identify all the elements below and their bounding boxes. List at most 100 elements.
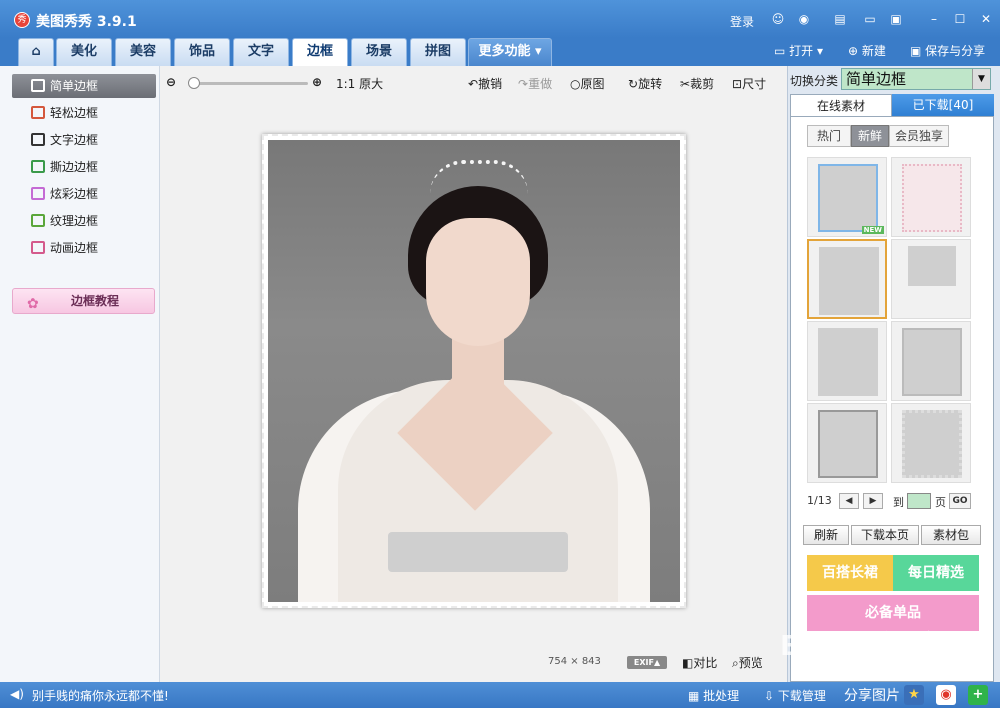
folder-icon: ▭	[774, 44, 790, 58]
crop-label: 裁剪	[690, 77, 715, 91]
size-label: 尺寸	[742, 77, 767, 91]
refresh-button[interactable]: 刷新	[803, 525, 849, 545]
menu-easy-frame[interactable]: 轻松边框	[12, 101, 156, 125]
framed-photo[interactable]	[262, 134, 686, 608]
open-button[interactable]: ▭ 打开 ▾	[774, 42, 823, 59]
actual-size-button[interactable]: 1:1 原大	[336, 75, 383, 92]
material-pack-button[interactable]: 素材包	[921, 525, 981, 545]
category-select[interactable]: 简单边框 ▼	[841, 68, 991, 90]
batch-button[interactable]: ▦ 批处理	[688, 687, 739, 704]
page-indicator: 1/13	[807, 494, 832, 507]
zoom-out-icon[interactable]: ⊖	[166, 75, 176, 89]
weibo-share-icon[interactable]: ◉	[936, 685, 956, 705]
settings-icon[interactable]: ▣	[888, 12, 904, 26]
filter-new[interactable]: 新鲜	[851, 125, 889, 147]
tab-home[interactable]: ⌂	[18, 38, 54, 66]
save-share-label: 保存与分享	[925, 44, 986, 58]
redo-button[interactable]: ↷重做	[518, 75, 552, 92]
menu-animated-frame[interactable]: 动画边框	[12, 236, 156, 260]
app-title: 美图秀秀 3.9.1	[36, 14, 137, 30]
share-image-label[interactable]: 分享图片	[844, 685, 900, 705]
tab-online-materials[interactable]: 在线素材	[790, 94, 892, 116]
volume-icon[interactable]: ◀)	[10, 687, 24, 701]
download-manager-button[interactable]: ⇩ 下载管理	[764, 687, 826, 704]
menu-label: 文字边框	[50, 133, 99, 147]
feedback-icon[interactable]: ▭	[862, 12, 878, 26]
tab-accessories[interactable]: 饰品	[174, 38, 230, 66]
promo-banner-2[interactable]: 每日精选	[893, 555, 979, 591]
tab-text[interactable]: 文字	[233, 38, 289, 66]
menu-texture-frame[interactable]: 纹理边框	[12, 209, 156, 233]
tab-beauty[interactable]: 美容	[115, 38, 171, 66]
next-page-button[interactable]: ▶	[863, 493, 883, 509]
promo-banner-1[interactable]: 百搭长裙	[807, 555, 893, 591]
menu-text-frame[interactable]: 文字边框	[12, 128, 156, 152]
frame-thumb[interactable]	[807, 239, 887, 319]
title-bar: 秀 美图秀秀 3.9.1 登录 ☺ ◉ ▤ ▭ ▣ – ☐ ✕	[0, 0, 1000, 38]
weibo-icon[interactable]: ◉	[796, 12, 812, 26]
tab-downloaded[interactable]: 已下载[40]	[892, 94, 994, 116]
menu-label: 简单边框	[50, 79, 99, 93]
compare-icon: ◧	[682, 656, 694, 670]
add-icon[interactable]: +	[968, 685, 988, 705]
goto-label: 到	[893, 496, 904, 509]
undo-button[interactable]: ↶撤销	[468, 75, 502, 92]
prev-page-button[interactable]: ◀	[839, 493, 859, 509]
qq-icon[interactable]: ☺	[770, 12, 786, 26]
menu-colorful-frame[interactable]: 炫彩边框	[12, 182, 156, 206]
undo-label: 撤销	[478, 77, 503, 91]
zoom-slider[interactable]	[188, 77, 308, 89]
download-page-button[interactable]: 下载本页	[851, 525, 919, 545]
download-manager-label: 下载管理	[777, 689, 826, 703]
open-label: 打开	[789, 44, 814, 58]
zoom-slider-handle[interactable]	[188, 77, 200, 89]
tab-collage[interactable]: 拼图	[410, 38, 466, 66]
maximize-icon[interactable]: ☐	[952, 12, 968, 26]
resize-icon: ⊡	[732, 77, 743, 91]
close-icon[interactable]: ✕	[978, 12, 994, 26]
chevron-down-icon: ▼	[972, 69, 990, 89]
original-button[interactable]: ○原图	[570, 75, 605, 92]
torn-frame-icon	[31, 160, 45, 173]
rotate-button[interactable]: ↻旋转	[628, 75, 662, 92]
frame-thumb[interactable]	[891, 403, 971, 483]
frame-thumb[interactable]	[891, 157, 971, 237]
frame-tutorial-button[interactable]: ✿ 边框教程	[12, 288, 155, 314]
frame-thumb[interactable]	[807, 403, 887, 483]
main-tabs: ⌂ 美化 美容 饰品 文字 边框 场景 拼图 更多功能 ▾ ▭ 打开 ▾ ⊕ 新…	[0, 38, 1000, 66]
circle-icon: ○	[570, 77, 581, 91]
frame-thumb[interactable]	[807, 321, 887, 401]
filter-hot[interactable]: 热门	[807, 125, 851, 147]
status-message: 别手贱的痛你永远都不懂!	[32, 689, 169, 703]
page-input[interactable]	[907, 493, 931, 509]
frame-thumb[interactable]	[891, 239, 971, 319]
zoom-in-icon[interactable]: ⊕	[312, 75, 322, 89]
menu-simple-frame[interactable]: 简单边框	[12, 74, 156, 98]
tab-more[interactable]: 更多功能 ▾	[468, 38, 552, 66]
skin-icon[interactable]: ▤	[832, 12, 848, 26]
preview-button[interactable]: ⌕预览	[732, 654, 763, 671]
tab-frames[interactable]: 边框	[292, 38, 348, 66]
menu-torn-frame[interactable]: 撕边边框	[12, 155, 156, 179]
batch-label: 批处理	[703, 689, 740, 703]
compare-button[interactable]: ◧对比	[682, 654, 717, 671]
text-frame-icon	[31, 133, 45, 146]
new-badge: NEW	[861, 226, 884, 234]
exif-button[interactable]: EXIF▲	[627, 656, 667, 669]
save-share-button[interactable]: ▣ 保存与分享	[910, 42, 985, 59]
minimize-icon[interactable]: –	[926, 12, 942, 26]
tab-beautify[interactable]: 美化	[56, 38, 112, 66]
go-button[interactable]: GO	[949, 493, 971, 509]
frame-thumb[interactable]	[891, 321, 971, 401]
colorful-frame-icon	[31, 187, 45, 200]
size-button[interactable]: ⊡尺寸	[732, 75, 766, 92]
filter-vip[interactable]: 会员独享	[889, 125, 949, 147]
frame-thumb[interactable]: NEW	[807, 157, 887, 237]
tab-scenes[interactable]: 场景	[351, 38, 407, 66]
rotate-label: 旋转	[638, 77, 663, 91]
new-button[interactable]: ⊕ 新建	[848, 42, 886, 59]
star-icon[interactable]: ★	[904, 685, 924, 705]
login-link[interactable]: 登录	[730, 13, 754, 30]
crop-button[interactable]: ✂裁剪	[680, 75, 714, 92]
app-window: 秀 美图秀秀 3.9.1 登录 ☺ ◉ ▤ ▭ ▣ – ☐ ✕ ⌂ 美化 美容 …	[0, 0, 1000, 708]
